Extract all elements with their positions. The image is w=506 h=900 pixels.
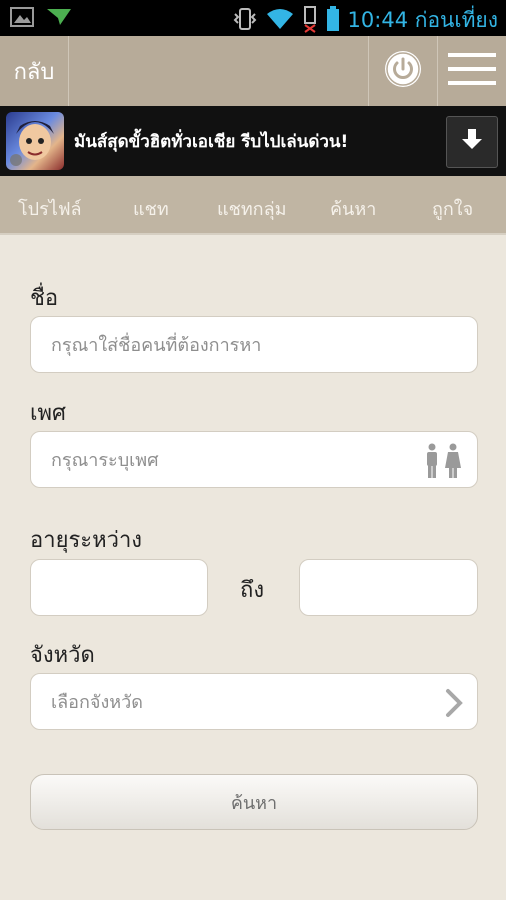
age-to-label: ถึง bbox=[240, 578, 265, 603]
wifi-icon bbox=[266, 7, 294, 35]
battery-icon bbox=[326, 5, 340, 36]
tab-search[interactable]: ค้นหา bbox=[330, 194, 376, 223]
send-notification-icon bbox=[46, 6, 72, 32]
search-button[interactable]: ค้นหา bbox=[30, 774, 478, 830]
gender-icon bbox=[423, 443, 463, 483]
tab-profile[interactable]: โปรไฟล์ bbox=[18, 194, 82, 223]
age-label: อายุระหว่าง bbox=[30, 528, 143, 553]
age-to-field-container bbox=[299, 559, 478, 617]
gender-field-container bbox=[30, 431, 478, 489]
ad-download-button[interactable] bbox=[446, 116, 498, 168]
age-to-input[interactable] bbox=[318, 560, 464, 617]
download-arrow-icon bbox=[460, 127, 484, 157]
status-time: 10:44 ก่อนเที่ยง bbox=[347, 8, 498, 32]
name-field-container bbox=[30, 316, 478, 374]
power-icon bbox=[383, 49, 423, 93]
ad-text: มันส์สุดขั้วฮิตทั่วเอเชีย รีบไปเล่นด่วน! bbox=[74, 132, 349, 152]
province-label: จังหวัด bbox=[30, 643, 95, 668]
image-notification-icon bbox=[10, 6, 34, 32]
tab-chat[interactable]: แชท bbox=[133, 194, 169, 223]
gender-input[interactable] bbox=[49, 432, 410, 489]
age-from-input[interactable] bbox=[49, 560, 194, 617]
ad-game-image bbox=[6, 112, 64, 170]
tab-favorites[interactable]: ถูกใจ bbox=[432, 194, 473, 223]
hamburger-menu-icon bbox=[447, 51, 496, 91]
vibrate-icon bbox=[232, 6, 258, 36]
tab-group-chat[interactable]: แชทกลุ่ม bbox=[217, 194, 286, 223]
tab-bar: โปรไฟล์ แชท แชทกลุ่ม ค้นหา ถูกใจ bbox=[0, 176, 506, 235]
no-signal-icon bbox=[302, 5, 318, 37]
province-input[interactable] bbox=[49, 674, 410, 731]
name-label: ชื่อ bbox=[30, 286, 59, 311]
ad-banner[interactable]: มันส์สุดขั้วฮิตทั่วเอเชีย รีบไปเล่นด่วน! bbox=[0, 106, 506, 176]
province-select[interactable] bbox=[30, 673, 478, 731]
power-button[interactable] bbox=[368, 36, 438, 106]
title-bar: กลับ bbox=[0, 36, 506, 107]
name-input[interactable] bbox=[49, 317, 410, 374]
menu-button[interactable] bbox=[437, 36, 506, 106]
status-bar: 10:44 ก่อนเที่ยง bbox=[0, 0, 506, 36]
gender-label: เพศ bbox=[30, 401, 66, 426]
back-button[interactable]: กลับ bbox=[0, 36, 69, 106]
age-from-field-container bbox=[30, 559, 208, 617]
chevron-right-icon bbox=[445, 688, 463, 722]
